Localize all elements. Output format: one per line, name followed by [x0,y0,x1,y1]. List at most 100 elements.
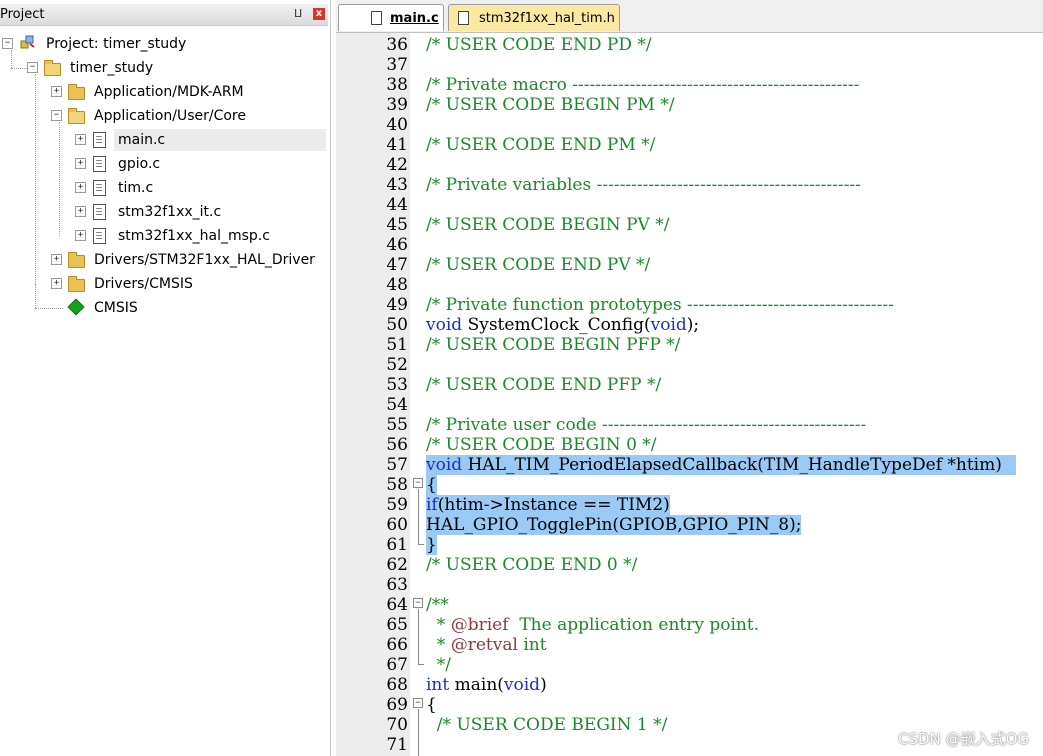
line-number: 62 [386,555,408,575]
line-number: 51 [386,335,408,355]
line-number: 70 [386,715,408,735]
editor-tab-bar: main.c stm32f1xx_hal_tim.h [336,0,1043,33]
tree-item-project[interactable]: − Project: timer_study [0,33,328,55]
tree-item-target[interactable]: − timer_study [0,57,328,79]
code-line[interactable]: /* Private macro -----------------------… [426,75,859,95]
file-icon [93,228,106,244]
fold-collapse-icon[interactable]: − [413,478,423,488]
tree-item-folder[interactable]: − Application/User/Core [0,105,328,127]
line-number: 68 [386,675,408,695]
expand-icon[interactable]: + [75,206,86,217]
tree-item-label: stm32f1xx_hal_msp.c [118,228,270,244]
tab-main-c[interactable]: main.c [338,4,444,31]
collapse-icon[interactable]: − [51,110,62,121]
tab-label: main.c [390,11,439,26]
code-line[interactable]: /** [426,595,449,615]
tree-item-label: CMSIS [94,300,138,316]
code-text: { [426,475,437,495]
tab-stm32f1xx-hal-tim-h[interactable]: stm32f1xx_hal_tim.h [448,4,620,31]
watermark: CSDN @嵌入式OG [898,730,1029,748]
component-diamond-icon [67,298,85,316]
code-line[interactable]: /* USER CODE END 0 */ [426,555,637,575]
tree-item-file[interactable]: + stm32f1xx_it.c [0,201,328,223]
code-line[interactable]: /* Private variables -------------------… [426,175,861,195]
tree-item-label: Application/User/Core [94,108,246,124]
code-line[interactable]: /* USER CODE BEGIN PV */ [426,215,669,235]
code-line[interactable]: } [426,535,437,555]
code-text: /* USER CODE END 0 */ [426,555,638,575]
code-text: if(htim->Instance == TIM2) [426,495,670,515]
code-line[interactable]: /* USER CODE BEGIN 0 */ [426,435,657,455]
line-number: 49 [386,295,408,315]
expand-icon[interactable]: + [75,230,86,241]
tree-item-folder[interactable]: + Drivers/CMSIS [0,273,328,295]
code-line[interactable]: int main(void) [426,675,547,695]
line-number: 46 [386,235,408,255]
line-number: 52 [386,355,408,375]
line-number: 40 [386,115,408,135]
target-folder-icon [44,60,61,76]
tree-item-file[interactable]: + tim.c [0,177,328,199]
tree-item-folder[interactable]: + Drivers/STM32F1xx_HAL_Driver [0,249,328,271]
code-line[interactable]: /* USER CODE END PM */ [426,135,655,155]
tree-item-file[interactable]: + gpio.c [0,153,328,175]
folder-icon [68,84,85,100]
tree-item-folder[interactable]: + Application/MDK-ARM [0,81,328,103]
code-line[interactable]: /* USER CODE END PV */ [426,255,650,275]
line-number: 53 [386,375,408,395]
fold-collapse-icon[interactable]: − [413,698,423,708]
line-number: 42 [386,155,408,175]
line-number: 66 [386,635,408,655]
expand-icon[interactable]: + [75,158,86,169]
close-icon[interactable]: x [313,8,325,20]
code-line[interactable]: HAL_GPIO_TogglePin(GPIOB,GPIO_PIN_8); [426,515,802,535]
fold-collapse-icon[interactable]: − [413,598,423,608]
code-line[interactable]: if(htim->Instance == TIM2) [426,495,670,515]
line-number: 57 [386,455,408,475]
expand-icon[interactable]: + [75,134,86,145]
tree-item-component[interactable]: CMSIS [0,297,328,319]
collapse-icon[interactable]: − [2,38,13,49]
code-line[interactable]: { [426,695,437,715]
code-line[interactable]: /* USER CODE BEGIN 1 */ [426,715,668,735]
code-line[interactable]: /* USER CODE BEGIN PFP */ [426,335,680,355]
fold-line [418,709,419,756]
code-line[interactable]: */ [426,655,451,675]
code-line[interactable]: * @brief The application entry point. [426,615,759,635]
file-icon [93,132,106,148]
tree-item-file[interactable]: + stm32f1xx_hal_msp.c [0,225,328,247]
code-line[interactable]: /* Private user code -------------------… [426,415,866,435]
code-line[interactable]: void SystemClock_Config(void); [426,315,699,335]
code-line[interactable]: /* USER CODE END PFP */ [426,375,661,395]
code-line[interactable]: /* Private function prototypes ---------… [426,295,894,315]
fold-end [418,664,424,665]
line-number: 54 [386,395,408,415]
folder-icon [68,252,85,268]
line-number: 69 [386,695,408,715]
line-number: 48 [386,275,408,295]
code-text: /* USER CODE BEGIN 0 */ [426,435,657,455]
panel-title: Project [0,7,45,22]
tree-item-label: timer_study [70,60,154,76]
code-editor[interactable]: main.c stm32f1xx_hal_tim.h 36 37 38 39 40 41 4… [336,0,1043,756]
code-line[interactable]: /* USER CODE BEGIN PM */ [426,95,675,115]
expand-icon[interactable]: + [51,278,62,289]
file-icon [93,180,106,196]
expand-icon[interactable]: + [51,254,62,265]
code-line[interactable]: /* USER CODE END PD */ [426,35,652,55]
code-line[interactable]: * @retval int [426,635,547,655]
line-number: 50 [386,315,408,335]
collapse-icon[interactable]: − [27,62,38,73]
code-text: /* USER CODE END PD */ [426,35,652,55]
line-number: 67 [386,655,408,675]
file-icon [371,11,382,25]
pin-icon[interactable]: ⵡ [294,7,302,20]
tree-item-file[interactable]: + main.c [0,129,328,151]
expand-icon[interactable]: + [51,86,62,97]
code-line[interactable]: { [426,475,437,495]
code-text: * @retval int [426,635,547,655]
code-text: void SystemClock_Config(void); [426,315,700,335]
expand-icon[interactable]: + [75,182,86,193]
code-line[interactable]: void HAL_TIM_PeriodElapsedCallback(TIM_H… [426,455,1016,475]
panel-header: Project ⵡ x [0,4,328,26]
